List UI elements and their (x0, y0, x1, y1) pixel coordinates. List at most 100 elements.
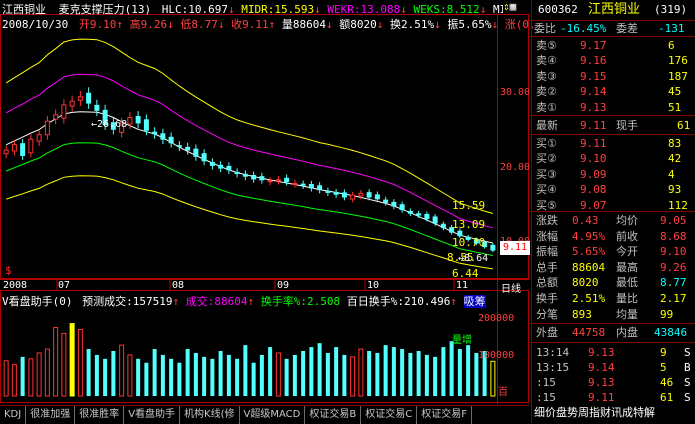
bar-open: 开9.10 (78, 18, 117, 31)
volume-bar (202, 356, 207, 396)
bid-row: 买④ 9.08 93 (532, 182, 695, 197)
last-value: 9.11 (580, 119, 607, 132)
stat-row: 涨跌 0.43 均价 9.05 (532, 213, 695, 228)
volume-bar (177, 362, 182, 396)
indicator-tab[interactable]: 机构K线(修 (180, 406, 240, 424)
candle-body (308, 183, 314, 189)
volume-bar (94, 354, 99, 396)
tick-time: :15 (536, 391, 556, 404)
volume-bar (268, 347, 273, 396)
volume-bar (119, 344, 125, 397)
high-marker-value: 26.68 (97, 119, 128, 130)
bar-amplitude: 振5.65% (447, 18, 492, 31)
grid-icon[interactable]: ▦ (510, 0, 517, 13)
tick-price: 9.11 (588, 391, 615, 404)
candle-body (69, 100, 75, 107)
candle-body (36, 134, 42, 142)
chart-canvas[interactable] (0, 0, 530, 405)
stat-row: 涨幅 4.95% 前收 8.68 (532, 229, 695, 244)
bid-label: 买③ (536, 167, 557, 181)
volume-bar (441, 347, 446, 396)
volume-bar (350, 356, 356, 397)
ask-row: 卖④ 9.16 176 (532, 53, 695, 68)
candle-body (490, 244, 496, 251)
indicator-tab[interactable]: V超级MACD (240, 406, 306, 424)
volume-legend: 量增 (452, 335, 472, 347)
stat-row: 总额 8020 最低 8.77 (532, 275, 695, 290)
inner-value: 43846 (654, 326, 688, 339)
bar-low: 低8.77 (180, 18, 218, 31)
date-label-08: 08 (172, 280, 185, 291)
period-label[interactable]: 日线 (501, 280, 521, 295)
candle-body (226, 165, 232, 171)
volume-bar (275, 352, 281, 397)
indicator-tab[interactable]: 权证交易F (417, 406, 472, 424)
volume-bar (375, 352, 380, 396)
volume-indicator-name[interactable]: V看盘助手(0) (2, 295, 73, 308)
stat-label-2: 最高 (616, 260, 638, 274)
expand-icon[interactable]: ⇕ (503, 0, 510, 13)
candle-body (201, 153, 207, 162)
bar-date: 2008/10/30 (2, 18, 69, 31)
stat-label: 涨幅 (536, 229, 558, 243)
header-arrows[interactable]: ⇕▦ (503, 0, 529, 14)
turn-rate: 换手率%:2.508 (260, 295, 341, 308)
candle-body (168, 136, 174, 144)
volume-bar (3, 360, 9, 397)
stat-label-2: 均价 (616, 214, 638, 227)
volume-bar (61, 332, 67, 397)
stat-value: 8020 (572, 276, 599, 290)
bid-volume: 83 (668, 137, 682, 150)
candle-body (383, 199, 389, 203)
stat-label-2: 最低 (616, 276, 638, 290)
volume-bar (259, 354, 264, 396)
ask-label: 卖② (536, 85, 557, 99)
indicator-tab[interactable]: KDJ (0, 406, 27, 424)
volume-bar (424, 354, 429, 396)
volume-bar (20, 356, 25, 396)
ask-price: 9.13 (580, 100, 607, 114)
indicator-tab[interactable]: 很准加强 (26, 406, 76, 424)
inner-label: 内盘 (616, 326, 638, 339)
candle-body (193, 148, 199, 157)
bid-price: 9.10 (580, 152, 607, 166)
outer-value: 44758 (572, 326, 606, 339)
candle-body (358, 192, 364, 197)
volume-bar (391, 347, 396, 396)
indicator-name[interactable]: 麦克支撑压力(13) (59, 3, 152, 16)
volume-bar (193, 352, 198, 396)
indicator-tab[interactable]: 权证交易B (305, 406, 362, 424)
tick-volume: 46 (660, 376, 674, 389)
tick-time: 13:15 (536, 361, 570, 374)
volume-bar (449, 341, 454, 396)
candle-body (399, 204, 405, 211)
candle-body (11, 144, 17, 152)
ask-label: 卖④ (536, 54, 557, 68)
ask-row: 卖① 9.13 51 (532, 100, 695, 115)
stat-label: 总手 (536, 260, 558, 274)
indicator-tab[interactable]: V看盘助手 (124, 406, 181, 424)
indicator-tab[interactable]: 很准胜率 (75, 406, 125, 424)
price-label-20: 20.00 (500, 162, 531, 173)
hlc-line (5, 111, 494, 244)
volume-bar (466, 345, 471, 396)
tick-side: S (684, 346, 691, 359)
ask-row: 卖③ 9.15 187 (532, 69, 695, 84)
volume-bar (400, 349, 405, 396)
stat-label: 总额 (536, 276, 558, 290)
tick-volume: 61 (660, 391, 674, 404)
date-label-2008: 2008 (3, 280, 28, 291)
candle-body (53, 114, 59, 120)
tick-time: :15 (536, 376, 556, 389)
bid-row: 买② 9.10 42 (532, 151, 695, 166)
volume-bar (292, 354, 297, 396)
quote-footer-tabs[interactable]: 细价盘势周指财讯成特解 (534, 405, 655, 420)
chart-area[interactable]: 江西铜业 麦克支撑压力(13) HLC:10.697↓ MIDR:15.593↓… (0, 0, 536, 405)
ask-price: 9.15 (580, 69, 607, 83)
volume-axis-100k: 100000 (478, 350, 515, 361)
candle-body (440, 223, 446, 229)
ask-row: 卖⑤ 9.17 6 (532, 38, 695, 53)
volume-bar (69, 323, 75, 397)
indicator-tab[interactable]: 权证交易C (361, 406, 418, 424)
volume-axis-200k: 200000 (478, 313, 515, 324)
